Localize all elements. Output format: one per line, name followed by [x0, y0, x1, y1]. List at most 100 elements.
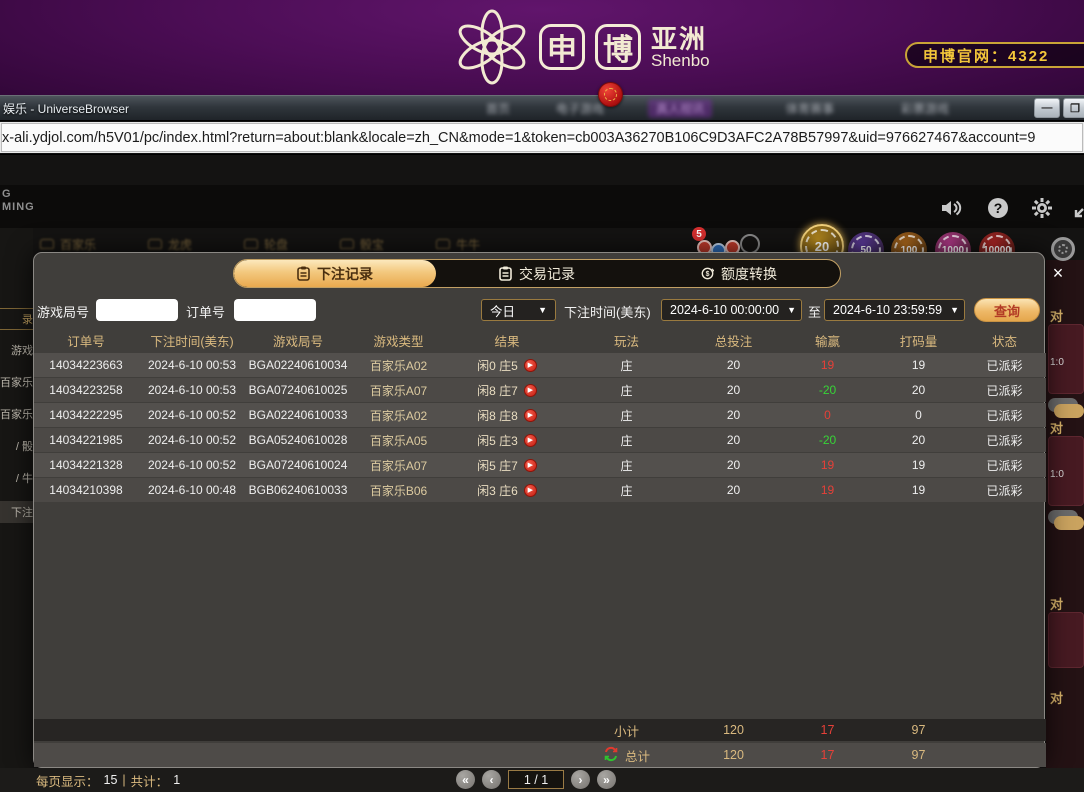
cell-game-type: 百家乐A05: [369, 433, 428, 448]
cell-winloss: 19: [820, 483, 835, 497]
sum-total-bet: 120: [723, 723, 744, 737]
cell-round: BGA02240610034: [248, 358, 348, 372]
column-header: 下注时间(美东): [150, 334, 234, 349]
replay-play-button[interactable]: ▶: [523, 458, 537, 472]
category-tab[interactable]: 牛牛: [436, 234, 480, 254]
sidebar-item-fragment[interactable]: 游戏: [0, 342, 33, 358]
brand-region-cn: 亚洲: [651, 23, 708, 54]
replay-play-button[interactable]: ▶: [523, 358, 537, 372]
date-to-select[interactable]: 2024-6-10 23:59:59 ▼: [824, 299, 965, 321]
category-label: 龙虎: [168, 237, 193, 252]
cell-game-type: 百家乐B06: [369, 483, 428, 498]
tab-transaction-records[interactable]: 交易记录: [436, 260, 638, 287]
replay-play-button[interactable]: ▶: [523, 483, 537, 497]
cell-play: 庄: [620, 433, 633, 448]
game-round-input[interactable]: [96, 299, 178, 321]
cell-round: BGB06240610033: [248, 483, 348, 497]
column-header: 结果: [494, 334, 520, 349]
replay-play-button[interactable]: ▶: [523, 383, 537, 397]
clipboard-icon: [499, 266, 512, 281]
search-button[interactable]: 查询: [974, 298, 1040, 322]
poker-chip-icon[interactable]: [1051, 237, 1075, 261]
category-label: 轮盘: [264, 237, 289, 252]
separator: |: [122, 773, 126, 787]
cell-turnover: 19: [911, 358, 926, 372]
chip-count-badge: 5: [692, 227, 706, 241]
page-size-value: 15: [103, 773, 118, 787]
result-text: 闲0 庄5: [477, 358, 518, 373]
cell-round: BGA07240610024: [248, 458, 348, 472]
category-tab[interactable]: 骰宝: [340, 234, 384, 254]
url-input[interactable]: x-ali.ydjol.com/h5V01/pc/index.html?retu…: [1, 123, 1083, 152]
currency-swap-icon[interactable]: [603, 746, 619, 765]
replay-play-button[interactable]: ▶: [523, 433, 537, 447]
category-tab[interactable]: 龙虎: [148, 234, 192, 254]
cell-order: 14034221985: [49, 433, 123, 447]
total-value: 1: [173, 773, 181, 787]
sidebar-item-fragment[interactable]: 下注: [0, 501, 33, 523]
table-row: 14034221985 2024-6-10 00:52 BGA05240610028…: [34, 428, 1046, 452]
bet-panel-fragment: [1048, 612, 1084, 668]
fullscreen-icon[interactable]: [1072, 196, 1084, 220]
settings-gear-icon[interactable]: [1030, 196, 1054, 220]
sidebar-item-fragment[interactable]: 百家乐: [0, 374, 33, 390]
sound-icon[interactable]: [938, 196, 962, 220]
order-input[interactable]: [234, 299, 316, 321]
date-range-select[interactable]: 今日 ▼: [481, 299, 556, 321]
pill-button-fragment[interactable]: [1054, 404, 1084, 418]
prev-page-button[interactable]: ‹: [482, 770, 501, 789]
cell-status: 已派彩: [986, 408, 1023, 423]
site-banner: 申 博 亚洲 Shenbo 申博官网：4322: [0, 0, 1084, 95]
tab-credit-transfer[interactable]: $ 额度转换: [638, 260, 840, 287]
sum-winloss: 17: [820, 723, 835, 737]
sidebar-item-fragment[interactable]: / 牛: [0, 470, 33, 486]
chip-clear-button[interactable]: [740, 234, 760, 254]
pager: « ‹ 1 / 1 › »: [456, 770, 616, 789]
date-from-select[interactable]: 2024-6-10 00:00:00 ▼: [661, 299, 802, 321]
close-icon[interactable]: ×: [1047, 262, 1069, 284]
last-page-button[interactable]: »: [597, 770, 616, 789]
cell-round: BGA02240610033: [248, 408, 348, 422]
sidebar-item-fragment[interactable]: / 骰: [0, 438, 33, 454]
pill-button-fragment[interactable]: [1054, 516, 1084, 530]
category-icon: [244, 239, 259, 249]
pagination-bar: 每页显示： 15 | 共计： 1 « ‹ 1 / 1 › »: [0, 768, 1084, 792]
sidebar-item-fragment[interactable]: 录: [0, 308, 33, 330]
sum-label-text: 总计: [624, 749, 650, 764]
category-tab[interactable]: 百家乐: [40, 234, 96, 254]
category-tab[interactable]: 轮盘: [244, 234, 288, 254]
tab-label: 交易记录: [519, 265, 575, 282]
cell-result: 闲5 庄7 ▶: [447, 457, 567, 474]
game-category-tabs: 百家乐 龙虎 轮盘 骰宝 牛牛: [40, 234, 1040, 254]
cell-turnover: 20: [911, 433, 926, 447]
gaming-logo-line2: MING: [2, 201, 35, 213]
service-float-icon[interactable]: [598, 82, 623, 107]
bet-table-body: 14034223663 2024-6-10 00:53 BGA02240610034…: [34, 353, 1046, 503]
maximize-button[interactable]: ❐: [1063, 98, 1084, 118]
date-to-value: 2024-6-10 23:59:59: [833, 303, 943, 317]
cell-turnover: 19: [911, 483, 926, 497]
replay-play-button[interactable]: ▶: [523, 408, 537, 422]
nav-item-blurred: 体育赛事: [786, 102, 835, 116]
nav-item-blurred: 真人视讯: [648, 99, 713, 118]
subtotal-row: 小计 120 17 97: [34, 719, 1046, 741]
first-page-button[interactable]: «: [456, 770, 475, 789]
sum-turnover: 97: [911, 748, 926, 762]
page-indicator: 1 / 1: [508, 770, 564, 789]
help-icon[interactable]: ?: [986, 196, 1010, 220]
table-header-row: 订单号 下注时间(美东) 游戏局号 游戏类型 结果 玩法 总投注 输赢 打码量 状态: [34, 329, 1046, 351]
sum-turnover: 97: [911, 723, 926, 737]
chevron-down-icon: ▼: [538, 305, 547, 315]
lobby-right-panel: 对对对对 1:0 1:0: [1046, 260, 1084, 768]
category-label: 百家乐: [60, 237, 97, 252]
cell-time: 2024-6-10 00:52: [147, 433, 237, 447]
column-header: 玩法: [613, 334, 639, 349]
cell-status: 已派彩: [986, 483, 1023, 498]
minimize-button[interactable]: —: [1034, 98, 1060, 118]
odds-fragment: 1:0: [1050, 357, 1064, 368]
cell-time: 2024-6-10 00:52: [147, 458, 237, 472]
cell-total-bet: 20: [726, 483, 741, 497]
sidebar-item-fragment[interactable]: 百家乐: [0, 406, 33, 422]
next-page-button[interactable]: ›: [571, 770, 590, 789]
tab-bet-records[interactable]: 下注记录: [234, 260, 436, 287]
